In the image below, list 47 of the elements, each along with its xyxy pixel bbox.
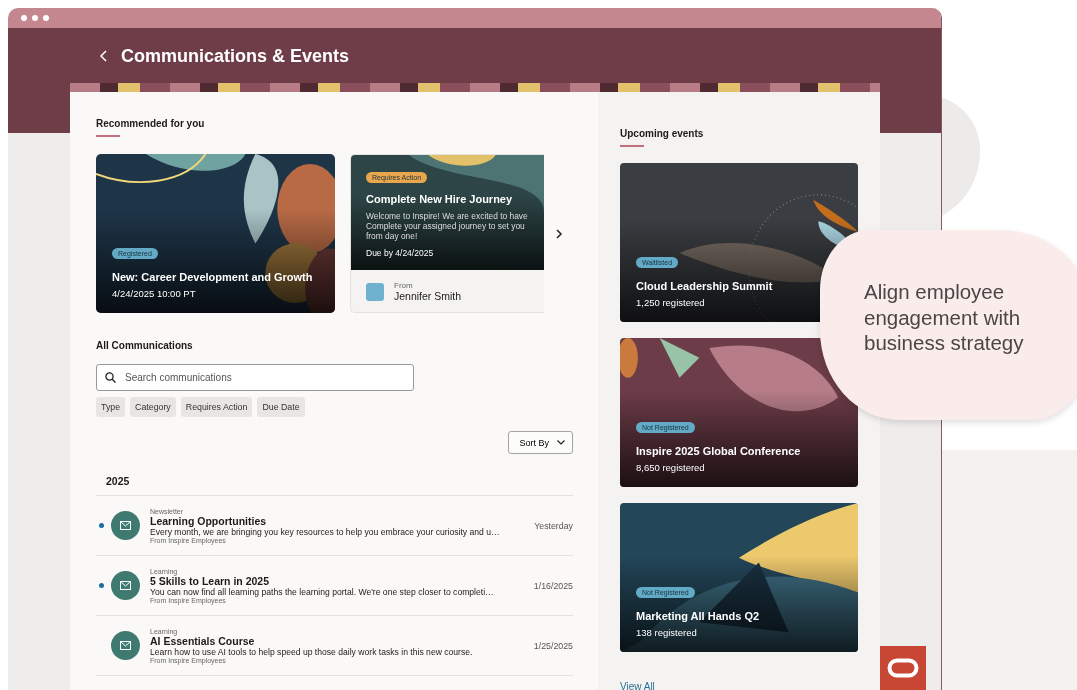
search-field[interactable]: Search communications [96,364,414,391]
window-dot-icon[interactable] [32,15,38,21]
callout-text: Align employee engagement with business strategy [864,279,1025,356]
communication-title: Learning Opportunities [150,514,268,527]
window-dot-icon[interactable] [21,15,27,21]
communication-summary: Learn how to use AI tools to help speed up those daily work tasks in this new course. [150,646,474,657]
card-title: New: Career Development and Growth [112,271,313,283]
section-heading: All Communications [96,340,194,351]
event-title: Cloud Leadership Summit [636,280,773,292]
year-heading: 2025 [106,475,131,487]
event-title: Inspire 2025 Global Conference [636,445,801,457]
filter-chip[interactable]: Due Date [257,397,305,417]
filter-chip[interactable]: Requires Action [180,397,253,417]
date-label: Yesterday [534,520,573,531]
communication-title: 5 Skills to Learn in 2025 [150,574,271,587]
communication-summary: Every month, we are bringing you key resources to help you embrace your curiosity and u… [150,526,501,537]
window-dot-icon[interactable] [43,15,49,21]
back-icon[interactable] [99,50,109,62]
section-heading: Upcoming events [620,128,705,139]
sort-button[interactable]: Sort By [508,431,573,454]
envelope-icon [111,571,140,600]
date-label: 1/16/2025 [533,580,573,591]
caret-icon [557,440,565,445]
registration-count: 1,250 registered [636,297,705,308]
chevron-right-icon[interactable] [555,228,563,239]
date-label: 1/25/2025 [533,640,573,651]
from-label: From [394,281,414,290]
registration-count: 8,650 registered [636,462,705,473]
registration-count: 138 registered [636,627,697,638]
filter-chip[interactable]: Type [96,397,126,417]
view-all-link[interactable]: View All [620,681,880,690]
filter-chip[interactable]: Category [130,397,176,417]
logo-icon [880,646,926,690]
search-icon [105,372,116,383]
card-title: Complete New Hire Journey [366,193,513,205]
envelope-icon [111,511,140,540]
page-title: Communications & Events [121,45,350,67]
communication-summary: You can now find all learning paths the learning portal. We're one step closer to completi… [150,586,495,597]
card-date: 4/24/2025 10:00 PT [112,288,196,299]
avatar-placeholder [366,282,384,301]
due-date: Due by 4/24/2025 [366,248,434,259]
sender-name: Jennifer Smith [394,290,462,302]
event-title: Marketing All Hands Q2 [636,610,760,622]
card-description: Welcome to Inspire! We are excited to have Complete your assigned journey to set you from day one! [366,211,528,242]
communication-title: AI Essentials Course [150,634,256,647]
section-heading: Recommended for you [96,118,206,129]
envelope-icon [111,631,140,660]
